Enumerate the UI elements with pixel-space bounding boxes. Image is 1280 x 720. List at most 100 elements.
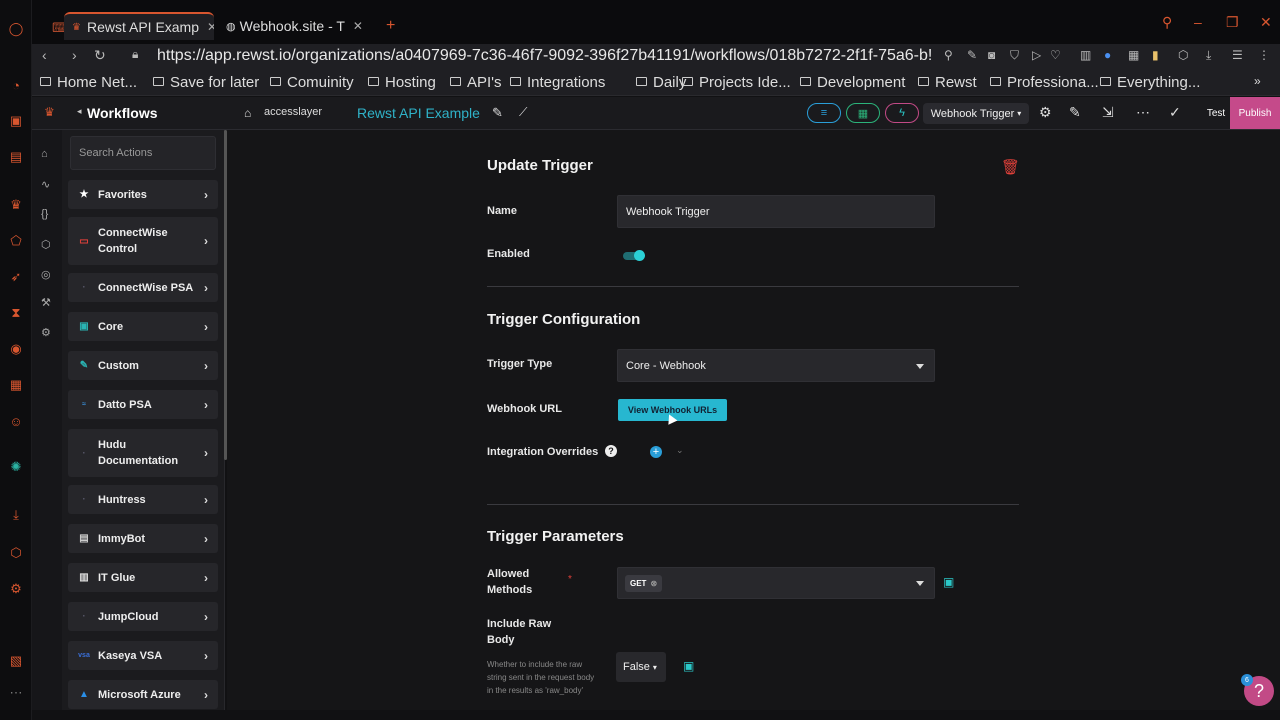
cube-icon[interactable]: ⬡ (41, 238, 51, 251)
play-icon[interactable]: ▷ (1032, 48, 1041, 62)
briefcase-icon[interactable]: ▣ (7, 112, 25, 130)
bookmark-item[interactable]: Everything... (1100, 74, 1200, 91)
qr-icon[interactable]: ▦ (1128, 48, 1139, 62)
reload-icon[interactable]: ↻ (94, 47, 106, 64)
add-override-icon[interactable]: + (650, 446, 662, 458)
camera-icon[interactable]: ◙ (988, 48, 995, 62)
tab-rewst[interactable]: ♛ Rewst API Examp ✕ (64, 12, 214, 40)
workflow-name[interactable]: Rewst API Example (357, 105, 480, 121)
bookmark-item[interactable]: Daily (636, 74, 686, 91)
sidebar-item-connectwise-psa[interactable]: · ConnectWise PSA › (68, 273, 218, 302)
triggers-button[interactable]: ϟ (885, 103, 919, 123)
easy-setup-icon[interactable]: ☰ (1232, 48, 1243, 62)
code-toggle-icon[interactable]: ▣ (683, 659, 694, 673)
braces-icon[interactable]: {} (41, 208, 48, 220)
home-icon[interactable]: ⌂ (41, 148, 48, 160)
analytics-icon[interactable]: ⟋ (519, 105, 527, 120)
help-icon[interactable]: ? (605, 445, 617, 457)
gear-icon[interactable]: ⚙ (41, 326, 51, 339)
lock-icon[interactable]: 🔒︎ (132, 47, 138, 62)
sidebar-item-favorites[interactable]: ★ Favorites › (68, 180, 218, 209)
maximize-icon[interactable]: ❐ (1226, 14, 1239, 31)
sidebar-item-custom[interactable]: ✎ Custom › (68, 351, 218, 380)
sidebar-item-core[interactable]: ▣ Core › (68, 312, 218, 341)
remove-chip-icon[interactable]: ⊗ (650, 579, 657, 588)
gift-icon[interactable]: ▦ (7, 376, 25, 394)
password-manager-icon[interactable]: ● (1104, 48, 1111, 62)
bookmark-item[interactable]: Projects Ide... (682, 74, 791, 91)
edit-name-icon[interactable]: ✎ (492, 105, 503, 121)
close-icon[interactable]: ✕ (353, 19, 363, 33)
sidebar-item-connectwise-control[interactable]: ▭ ConnectWise Control › (68, 217, 218, 265)
heart-icon[interactable]: ♡ (1050, 48, 1061, 62)
bookmark-item[interactable]: Hosting (368, 74, 436, 91)
sidebar-item-datto-psa[interactable]: ≈ Datto PSA › (68, 390, 218, 419)
forward-icon[interactable]: › (72, 47, 77, 63)
sidebar-item-immybot[interactable]: ▤ ImmyBot › (68, 524, 218, 553)
publish-button[interactable]: Publish (1230, 97, 1280, 129)
extension-icon[interactable]: ▥ (1080, 48, 1091, 62)
search-tabs-icon[interactable]: ⚲ (1162, 14, 1172, 31)
edit-icon[interactable]: ✎ (967, 48, 977, 62)
code-toggle-icon[interactable]: ▣ (943, 575, 954, 589)
rewst-icon[interactable]: ♛ (7, 196, 25, 214)
activity-icon[interactable]: ∿ (41, 178, 50, 191)
trigger-type-select[interactable]: Core - Webhook (617, 349, 935, 382)
wallet-icon[interactable]: ▮ (1152, 48, 1159, 62)
raw-body-select[interactable]: False ▾ (616, 652, 666, 682)
extensions-icon[interactable]: ▧ (7, 652, 25, 670)
bookmark-item[interactable]: Professiona... (990, 74, 1099, 91)
rocket-icon[interactable]: ➶ (7, 268, 25, 286)
settings-icon[interactable]: ⚙ (7, 580, 25, 598)
trash-icon[interactable]: 🗑︎ (1001, 158, 1020, 176)
bookmark-item[interactable]: Save for later (153, 74, 259, 91)
shield-icon[interactable]: ⛉ (1010, 48, 1019, 63)
notes-button[interactable]: ≡ (807, 103, 841, 123)
bookmark-item[interactable]: Comuinity (270, 74, 354, 91)
sidebar-item-kaseya-vsa[interactable]: vsa Kaseya VSA › (68, 641, 218, 670)
tools-icon[interactable]: ⚒ (41, 296, 51, 309)
variables-button[interactable]: ▦ (846, 103, 880, 123)
back-icon[interactable]: ‹ (42, 47, 47, 63)
tab-webhook-site[interactable]: ◍ Webhook.site - T ✕ (218, 12, 368, 40)
name-input[interactable]: Webhook Trigger (617, 195, 935, 228)
chatgpt-icon[interactable]: ✺ (7, 458, 25, 476)
download-icon[interactable]: ⤓ (7, 506, 25, 524)
more-icon[interactable]: ⋯ (7, 684, 25, 702)
url-field[interactable]: https://app.rewst.io/organizations/a0407… (157, 47, 937, 65)
search-actions-input[interactable]: Search Actions (70, 136, 216, 170)
hourglass-icon[interactable]: ⧗ (7, 304, 25, 322)
minimize-icon[interactable]: – (1194, 14, 1202, 30)
collapse-icon[interactable]: ◂ (77, 106, 82, 117)
opera-logo-icon[interactable]: ◯ (7, 20, 25, 38)
test-button[interactable]: Test (1201, 101, 1231, 125)
close-icon[interactable]: ✕ (207, 20, 214, 34)
box-icon[interactable]: ⬡ (1178, 48, 1188, 62)
workspace-icon[interactable]: ▤ (7, 148, 25, 166)
chevron-down-icon[interactable]: ⌄ (676, 445, 684, 456)
bookmark-item[interactable]: Integrations (510, 74, 605, 91)
trigger-select[interactable]: Webhook Trigger ▾ (923, 103, 1029, 124)
more-options-icon[interactable]: ⋯ (1136, 104, 1150, 121)
crown-icon[interactable]: ⬠ (7, 232, 25, 250)
sidebar-item-it-glue[interactable]: ▥ IT Glue › (68, 563, 218, 592)
sidebar-item-huntress[interactable]: · Huntress › (68, 485, 218, 514)
search-icon[interactable]: ⚲ (944, 48, 953, 62)
speed-dial-icon[interactable]: ◔ (7, 76, 25, 94)
sidebar-item-jumpcloud[interactable]: · JumpCloud › (68, 602, 218, 631)
cube-icon[interactable]: ⬡ (7, 544, 25, 562)
bookmark-item[interactable]: Home Net... (40, 74, 137, 91)
pencil-icon[interactable]: ✎ (1069, 104, 1081, 121)
export-icon[interactable]: ⇲ (1102, 104, 1114, 121)
sidebar-item-microsoft-azure[interactable]: ▲ Microsoft Azure › (68, 680, 218, 709)
sidebar-item-hudu-documentation[interactable]: · Hudu Documentation › (68, 429, 218, 477)
emoji-icon[interactable]: ☺ (7, 412, 25, 430)
new-tab-button[interactable]: + (378, 12, 403, 40)
reddit-icon[interactable]: ◉ (7, 340, 25, 358)
check-icon[interactable]: ✓ (1169, 104, 1181, 121)
org-name[interactable]: accesslayer (264, 106, 322, 118)
settings-gear-icon[interactable]: ⚙ (1039, 104, 1052, 121)
bookmark-item[interactable]: API's (450, 74, 502, 91)
bookmark-item[interactable]: Rewst (918, 74, 977, 91)
radar-icon[interactable]: ◎ (41, 268, 51, 281)
